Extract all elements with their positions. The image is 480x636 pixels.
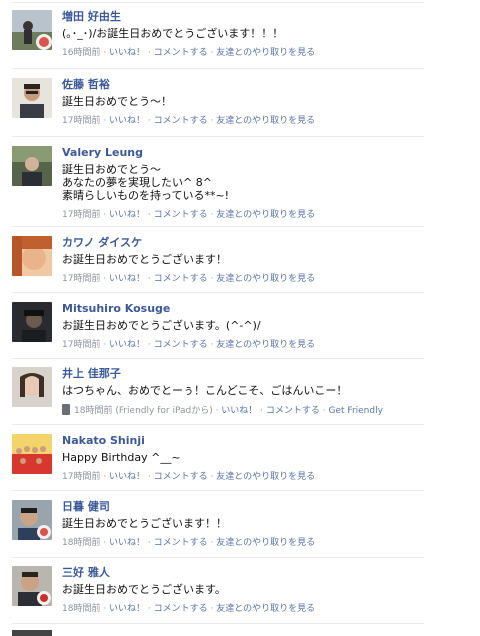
post-meta: 16時間前 · いいね！ · コメントする · 友達とのやり取りを見る [62, 48, 316, 58]
see-friendship-link[interactable]: 友達とのやり取りを見る [216, 538, 315, 548]
post-meta: 18時間前 · いいね！ · コメントする · 友達とのやり取りを見る [62, 604, 316, 614]
separator [12, 226, 424, 227]
poster-name[interactable]: 増田 好由生 [62, 10, 422, 24]
post-time[interactable]: 17時間前 [62, 340, 100, 350]
message-line: (｡･_･)/お誕生日おめでとうございます！！！ [62, 27, 284, 40]
see-friendship-link[interactable]: 友達とのやり取りを見る [216, 274, 315, 284]
see-friendship-link[interactable]: 友達とのやり取りを見る [216, 116, 315, 126]
post-time[interactable]: 16時間前 [62, 48, 100, 58]
post-message: はつちゃん、おめでとーぅ！こんどこそ、ごはんいこー！ [62, 384, 422, 397]
like-link[interactable]: いいね！ [109, 538, 145, 548]
see-friendship-link[interactable]: 友達とのやり取りを見る [216, 210, 315, 220]
see-friendship-link[interactable]: 友達とのやり取りを見る [216, 48, 315, 58]
post-message: お誕生日おめでとうございます！ [62, 253, 422, 266]
avatar[interactable] [12, 500, 52, 540]
message-line: お誕生日おめでとうございます。(^-^)/ [62, 319, 261, 332]
post-time[interactable]: 18時間前 [62, 538, 100, 548]
poster-name[interactable]: 佐藤 哲裕 [62, 78, 422, 92]
see-friendship-link[interactable]: 友達とのやり取りを見る [216, 604, 315, 614]
separator [12, 557, 424, 558]
poster-name[interactable]: Nakato Shinji [62, 434, 422, 448]
see-friendship-link[interactable]: 友達とのやり取りを見る [216, 472, 315, 482]
like-link[interactable]: いいね！ [109, 472, 145, 482]
poster-name[interactable]: Mitsuhiro Kosuge [62, 302, 422, 316]
like-link[interactable]: いいね！ [109, 274, 145, 284]
see-friendship-link[interactable]: 友達とのやり取りを見る [216, 340, 315, 350]
post-message: お誕生日おめでとうございます。 [62, 583, 422, 596]
poster-name[interactable]: 日暮 健司 [62, 500, 422, 514]
like-link[interactable]: いいね！ [109, 116, 145, 126]
separator [12, 68, 424, 69]
avatar[interactable] [12, 146, 52, 186]
separator [12, 623, 424, 624]
separator [12, 490, 424, 491]
message-line: 素晴らしいものを持っている**~! [62, 189, 230, 202]
avatar[interactable] [12, 566, 52, 606]
post-message: 誕生日おめでとう～！ [62, 95, 422, 108]
avatar[interactable] [12, 302, 52, 342]
comment-link[interactable]: コメントする [154, 116, 208, 126]
comment-link[interactable]: コメントする [154, 274, 208, 284]
poster-name[interactable]: 三好 雅人 [62, 566, 422, 580]
message-line: 誕生日おめでとうございます！！ [62, 517, 227, 530]
separator [12, 424, 424, 425]
message-line: 誕生日おめでとう～ [62, 163, 161, 176]
post-message: (｡･_･)/お誕生日おめでとうございます！！！ [62, 27, 422, 40]
separator [12, 358, 424, 359]
message-line: お誕生日おめでとうございます！ [62, 253, 227, 266]
poster-name[interactable]: カワノ ダイスケ [62, 236, 422, 250]
poster-name[interactable]: Valery Leung [62, 146, 422, 160]
separator [12, 2, 424, 3]
message-line: あなたの夢を実現したい^ 8^ [62, 176, 212, 189]
post-message: Happy Birthday ^__~ [62, 451, 422, 464]
post-meta: 18時間前 · いいね！ · コメントする · 友達とのやり取りを見る [62, 538, 316, 548]
comment-link[interactable]: コメントする [266, 406, 320, 416]
message-line: お誕生日おめでとうございます。 [62, 583, 226, 596]
comment-link[interactable]: コメントする [154, 604, 208, 614]
comment-link[interactable]: コメントする [154, 472, 208, 482]
avatar[interactable] [12, 434, 52, 474]
post-meta: 17時間前 · いいね！ · コメントする · 友達とのやり取りを見る [62, 340, 316, 350]
post-time[interactable]: 17時間前 [62, 116, 100, 126]
poster-name[interactable]: 井上 佳那子 [62, 367, 422, 381]
mobile-phone-icon [62, 404, 70, 415]
post-via-app: (Friendly for iPadから) [115, 406, 213, 416]
comment-link[interactable]: コメントする [154, 48, 208, 58]
post-meta: 17時間前 · いいね！ · コメントする · 友達とのやり取りを見る [62, 210, 316, 220]
message-line: 誕生日おめでとう～！ [62, 95, 172, 108]
like-link[interactable]: いいね！ [109, 340, 145, 350]
avatar[interactable] [12, 10, 52, 50]
post-meta: 17時間前 · いいね！ · コメントする · 友達とのやり取りを見る [62, 472, 316, 482]
message-line: はつちゃん、おめでとーぅ！こんどこそ、ごはんいこー！ [62, 384, 348, 397]
avatar[interactable] [12, 367, 52, 407]
post-time[interactable]: 18時間前 [74, 406, 112, 416]
like-link[interactable]: いいね！ [109, 48, 145, 58]
separator [12, 292, 424, 293]
comment-link[interactable]: コメントする [154, 538, 208, 548]
avatar[interactable] [12, 78, 52, 118]
next-post-avatar-partial [12, 630, 52, 636]
post-message: 誕生日おめでとうございます！！ [62, 517, 422, 530]
like-link[interactable]: いいね！ [109, 604, 145, 614]
post-message: お誕生日おめでとうございます。(^-^)/ [62, 319, 422, 332]
like-link[interactable]: いいね！ [221, 406, 257, 416]
comment-link[interactable]: コメントする [154, 210, 208, 220]
post-time[interactable]: 18時間前 [62, 604, 100, 614]
like-link[interactable]: いいね！ [109, 210, 145, 220]
post-message: 誕生日おめでとう～ あなたの夢を実現したい^ 8^ 素晴らしいものを持っている*… [62, 163, 422, 202]
post-time[interactable]: 17時間前 [62, 274, 100, 284]
comment-link[interactable]: コメントする [154, 340, 208, 350]
get-friendly-link[interactable]: Get Friendly [329, 406, 383, 416]
post-meta: 17時間前 · いいね！ · コメントする · 友達とのやり取りを見る [62, 116, 316, 126]
post-meta: 18時間前 (Friendly for iPadから) · いいね！ · コメン… [62, 404, 422, 417]
post-time[interactable]: 17時間前 [62, 472, 100, 482]
post-time[interactable]: 17時間前 [62, 210, 100, 220]
avatar[interactable] [12, 236, 52, 276]
separator [12, 136, 424, 137]
post-meta: 17時間前 · いいね！ · コメントする · 友達とのやり取りを見る [62, 274, 316, 284]
message-line: Happy Birthday ^__~ [62, 451, 181, 464]
